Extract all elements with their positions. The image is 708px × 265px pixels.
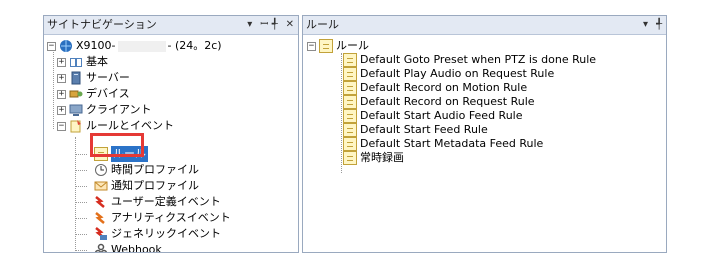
rule-icon [343,151,357,165]
collapse-icon[interactable]: − [47,41,56,51]
expand-icon[interactable]: + [57,105,66,115]
rule-icon [343,95,357,109]
masked-text [117,40,166,52]
rules-pane: ルール ▾ ╃ − ルール Default Goto Preset when P… [302,15,667,253]
tree-item-generic-event[interactable]: ジェネリックイベント [94,226,221,242]
tree-root-server[interactable]: − X9100- - (24。2c) [47,38,222,54]
tree-item-label: 基本 [86,55,108,68]
tree-item-label: 通知プロファイル [111,179,199,192]
tree-item-webhook[interactable]: Webhook [94,242,162,253]
tree-item-rules-events[interactable]: − ルールとイベント [57,118,174,134]
collapse-icon[interactable]: − [57,121,66,131]
rule-icon [343,123,357,137]
collapse-icon[interactable]: − [307,41,316,51]
tree-item-basic[interactable]: + 基本 [57,54,108,70]
rules-events-icon [69,119,83,133]
dropdown-icon[interactable]: ▾ [247,16,252,34]
tree-item-time-profile[interactable]: 時間プロファイル [94,162,199,178]
analytics-event-icon [94,211,108,225]
tree-item-label: サーバー [86,71,130,84]
webhook-icon [94,243,108,252]
highlight-annotation-box [90,133,144,157]
rule-icon [343,109,357,123]
tree-item-label: 時間プロファイル [111,163,199,176]
pin-icon[interactable]: ╃ [656,16,662,34]
tree-item-label: Webhook [111,243,162,253]
rule-item[interactable]: 常時録画 [343,150,404,166]
expand-icon[interactable]: + [57,57,66,67]
pin-icon[interactable]: ꟷ ╃ [260,16,277,34]
site-navigation-pane: サイトナビゲーション ▾ ꟷ ╃ ✕ − X9100- - (24。2c) + [43,15,299,253]
server-name-prefix: X9100- [76,39,116,52]
device-icon [69,87,83,101]
rule-icon [343,53,357,67]
client-icon [69,103,83,117]
tree-item-label: ジェネリックイベント [111,227,221,240]
tree-item-label: ルールとイベント [86,119,174,132]
site-navigation-title: サイトナビゲーション [47,18,157,31]
close-icon[interactable]: ✕ [286,16,294,34]
tree-item-analytics-event[interactable]: アナリティクスイベント [94,210,231,226]
rule-label: 常時録画 [360,151,404,164]
tree-item-label: アナリティクスイベント [111,211,231,224]
expand-icon[interactable]: + [57,73,66,83]
user-event-icon [94,195,108,209]
server-icon [69,71,83,85]
tree-item-notification-profile[interactable]: 通知プロファイル [94,178,199,194]
generic-event-icon [94,227,108,241]
time-profile-icon [94,163,108,177]
rule-icon [343,81,357,95]
tree-item-label: ユーザー定義イベント [111,195,221,208]
tree-item-user-defined-event[interactable]: ユーザー定義イベント [94,194,221,210]
server-name-suffix: - (24。2c) [167,39,222,52]
tree-item-device[interactable]: + デバイス [57,86,130,102]
tree-item-label: クライアント [86,103,152,116]
expand-icon[interactable]: + [57,89,66,99]
dropdown-icon[interactable]: ▾ [643,16,648,34]
site-navigation-titlebar: サイトナビゲーション ▾ ꟷ ╃ ✕ [44,16,298,35]
rules-titlebar: ルール ▾ ╃ [303,16,666,35]
rule-icon [343,67,357,81]
rule-icon [343,137,357,151]
notification-icon [94,179,108,193]
tree-item-client[interactable]: + クライアント [57,102,152,118]
rule-icon [319,39,333,53]
tree-item-label: デバイス [86,87,130,100]
rules-pane-title: ルール [306,18,339,31]
globe-server-icon [59,39,73,53]
book-icon [69,55,83,69]
tree-item-server[interactable]: + サーバー [57,70,130,86]
